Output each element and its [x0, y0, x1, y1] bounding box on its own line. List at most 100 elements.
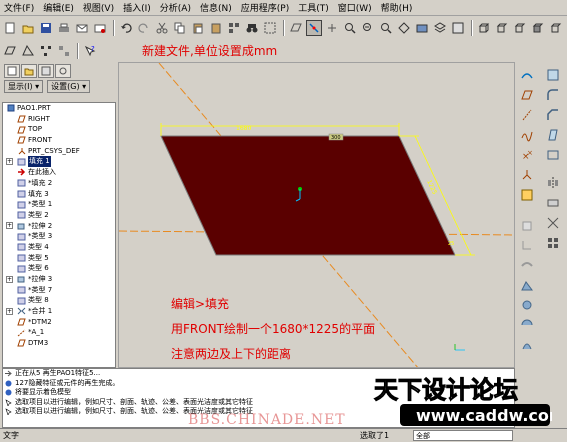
- datum-point-tool-icon[interactable]: × ×: [518, 146, 536, 164]
- trim-feature-icon[interactable]: [544, 214, 562, 232]
- draft-feature-icon[interactable]: [544, 126, 562, 144]
- analysis-tool-icon[interactable]: [518, 186, 536, 204]
- blend-tool-icon[interactable]: [518, 276, 536, 294]
- hole-tool-icon[interactable]: [518, 296, 536, 314]
- model-tree-item[interactable]: PRT_CSYS_DEF: [3, 146, 115, 157]
- tree-expand-toggle[interactable]: +: [6, 222, 13, 230]
- model-tree-item[interactable]: PAO1.PRT: [3, 103, 115, 114]
- open-file-icon[interactable]: [20, 20, 36, 36]
- print-icon[interactable]: [56, 20, 72, 36]
- model-tree-tab[interactable]: [4, 64, 20, 78]
- email-attach-icon[interactable]: [92, 20, 108, 36]
- model-tree-item[interactable]: + *合并 1: [3, 306, 115, 317]
- hole-feature-icon[interactable]: [544, 66, 562, 84]
- copy-icon[interactable]: [172, 20, 188, 36]
- mirror-feature-icon[interactable]: [544, 174, 562, 192]
- shell-tool-icon[interactable]: [518, 316, 536, 334]
- merge-feature-icon[interactable]: [544, 194, 562, 212]
- cut-icon[interactable]: [154, 20, 170, 36]
- zoom-out-icon[interactable]: [360, 20, 376, 36]
- paste-special-icon[interactable]: [208, 20, 224, 36]
- fill-surface[interactable]: [160, 135, 456, 256]
- small-top-dim-text[interactable]: 300: [331, 135, 341, 141]
- plane-icon[interactable]: [2, 43, 18, 59]
- selection-filter[interactable]: 全部: [413, 430, 513, 441]
- sketch-tool-icon[interactable]: [518, 66, 536, 84]
- menu-item-5[interactable]: 信息(N): [200, 1, 232, 14]
- folder-browser-tab[interactable]: [21, 64, 37, 78]
- model-tree-item[interactable]: 类型 6: [3, 263, 115, 274]
- datum-curve-tool-icon[interactable]: [518, 126, 536, 144]
- menu-item-4[interactable]: 分析(A): [160, 1, 191, 14]
- width-dimension-text[interactable]: 1680: [236, 125, 251, 132]
- sweep-tool-icon[interactable]: [518, 256, 536, 274]
- menu-item-6[interactable]: 应用程序(P): [241, 1, 289, 14]
- model-tree-item[interactable]: *A_1: [3, 327, 115, 338]
- sketch-icon[interactable]: [20, 43, 36, 59]
- datum-axis-tool-icon[interactable]: [518, 106, 536, 124]
- model-tree-item[interactable]: RIGHT: [3, 114, 115, 125]
- layers-icon[interactable]: [432, 20, 448, 36]
- tree-expand-toggle[interactable]: +: [6, 307, 13, 315]
- model-tree-item[interactable]: FRONT: [3, 135, 115, 146]
- model-tree-item[interactable]: *类型 7: [3, 285, 115, 296]
- model-tree-item[interactable]: DTM3: [3, 338, 115, 349]
- datum-axis-display-icon[interactable]: [306, 20, 322, 36]
- connections-tab[interactable]: [55, 64, 71, 78]
- chamfer-feature-icon[interactable]: [544, 106, 562, 124]
- menu-item-3[interactable]: 插入(I): [123, 1, 151, 14]
- model-tree-item[interactable]: + 填充 1: [3, 156, 115, 168]
- wireframe-icon[interactable]: [476, 20, 492, 36]
- zoom-in-icon[interactable]: [342, 20, 358, 36]
- model-tree-item[interactable]: 填充 3: [3, 189, 115, 200]
- view-manager-icon[interactable]: [450, 20, 466, 36]
- menu-item-0[interactable]: 文件(F): [4, 1, 34, 14]
- model-tree-icon[interactable]: [548, 20, 564, 36]
- select-filter-icon[interactable]: [262, 20, 278, 36]
- model-tree-item[interactable]: 类型 2: [3, 210, 115, 221]
- model-tree-item[interactable]: *填充 2: [3, 178, 115, 189]
- hidden-line-icon[interactable]: [494, 20, 510, 36]
- model-tree-item[interactable]: 类型 4: [3, 242, 115, 253]
- no-hidden-icon[interactable]: [512, 20, 528, 36]
- save-icon[interactable]: [38, 20, 54, 36]
- show-dropdown[interactable]: 显示(I) ▾: [4, 80, 44, 93]
- menu-item-7[interactable]: 工具(T): [298, 1, 329, 14]
- datum-plane-tool-icon[interactable]: [518, 86, 536, 104]
- graphics-window[interactable]: 300 1680 1225 25 编辑>填充 用FRONT绘制一个1680*12…: [118, 62, 515, 368]
- regenerate-icon[interactable]: [226, 20, 242, 36]
- new-file-icon[interactable]: [2, 20, 18, 36]
- binoculars-icon[interactable]: [244, 20, 260, 36]
- refit-icon[interactable]: [378, 20, 394, 36]
- menu-item-9[interactable]: 帮助(H): [381, 1, 413, 14]
- model-canvas[interactable]: 300 1680 1225 25 编辑>填充 用FRONT绘制一个1680*12…: [119, 63, 515, 368]
- model-tree-item[interactable]: *类型 1: [3, 199, 115, 210]
- tree-expand-toggle[interactable]: +: [6, 275, 13, 283]
- model-tree-item[interactable]: 在此插入: [3, 167, 115, 178]
- model-tree-item[interactable]: *类型 3: [3, 231, 115, 242]
- menu-item-2[interactable]: 视图(V): [83, 1, 114, 14]
- extrude-tool-icon[interactable]: [518, 216, 536, 234]
- feature-group-icon[interactable]: [56, 43, 72, 59]
- datum-point-display-icon[interactable]: [324, 20, 340, 36]
- menu-item-8[interactable]: 窗口(W): [338, 1, 372, 14]
- model-tree-item[interactable]: + *拉伸 3: [3, 274, 115, 285]
- saved-views-icon[interactable]: [414, 20, 430, 36]
- datum-plane-display-icon[interactable]: [288, 20, 304, 36]
- redo-icon[interactable]: [136, 20, 152, 36]
- revolve-tool-icon[interactable]: [518, 236, 536, 254]
- rib-tool-icon[interactable]: [518, 336, 536, 354]
- paste-icon[interactable]: [190, 20, 206, 36]
- shading-icon[interactable]: [530, 20, 546, 36]
- favorites-tab[interactable]: [38, 64, 54, 78]
- round-feature-icon[interactable]: [544, 86, 562, 104]
- context-help-icon[interactable]: ?: [82, 43, 98, 59]
- pattern-icon[interactable]: [38, 43, 54, 59]
- model-tree-item[interactable]: TOP: [3, 124, 115, 135]
- shell-feature-icon[interactable]: [544, 146, 562, 164]
- undo-icon[interactable]: [118, 20, 134, 36]
- csys-tool-icon[interactable]: [518, 166, 536, 184]
- model-tree-item[interactable]: 类型 8: [3, 295, 115, 306]
- menu-item-1[interactable]: 编辑(E): [43, 1, 74, 14]
- model-tree-item[interactable]: *DTM2: [3, 317, 115, 328]
